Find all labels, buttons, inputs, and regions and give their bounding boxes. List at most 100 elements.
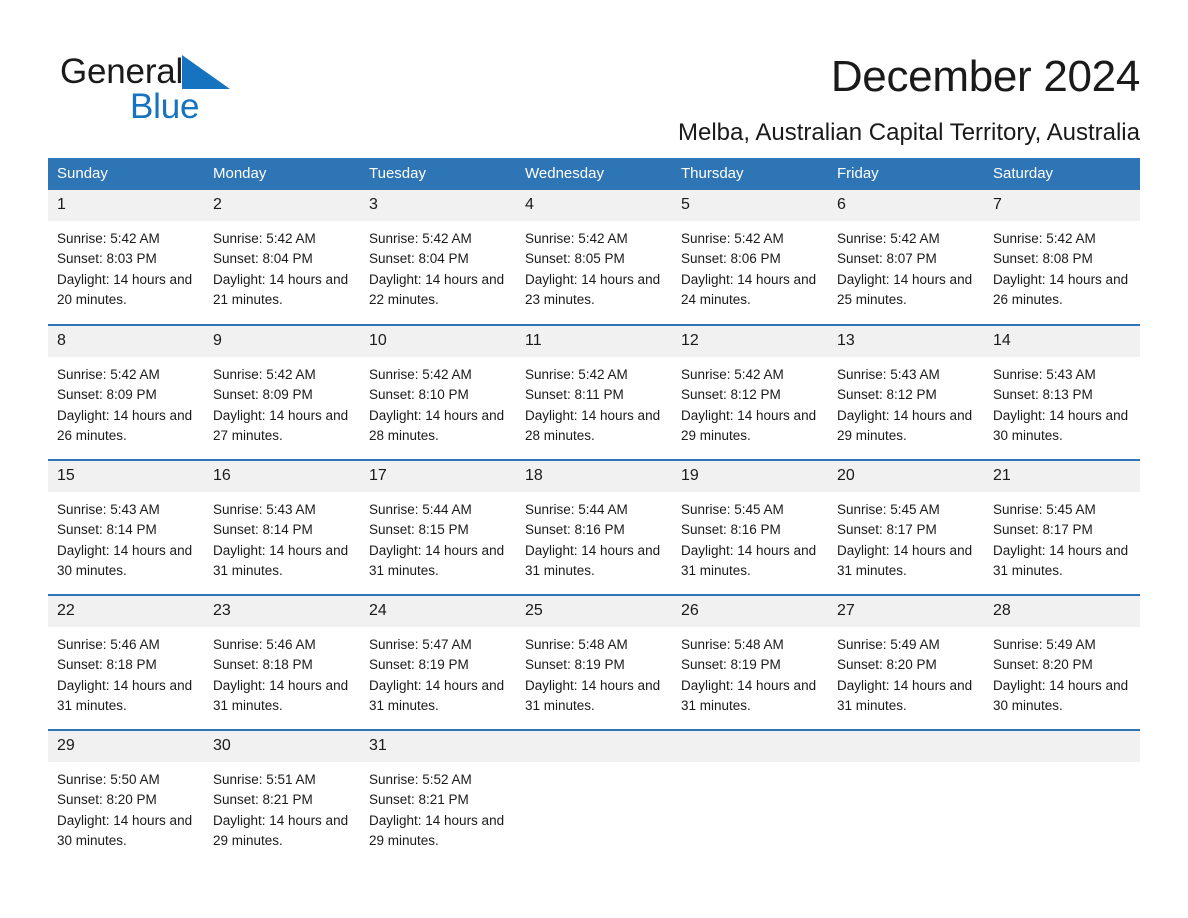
sunset-text: Sunset: 8:17 PM [993,522,1093,538]
day-cell-empty [672,729,828,865]
day-cell[interactable]: 8 Sunrise: 5:42 AM Sunset: 8:09 PM Dayli… [48,324,204,460]
sunset-text: Sunset: 8:21 PM [369,792,469,808]
day-cell[interactable]: 11 Sunrise: 5:42 AM Sunset: 8:11 PM Dayl… [516,324,672,460]
daylight-text: Daylight: 14 hours and 30 minutes. [993,407,1129,443]
sunrise-text: Sunrise: 5:44 AM [369,502,472,517]
day-cell[interactable]: 29 Sunrise: 5:50 AM Sunset: 8:20 PM Dayl… [48,729,204,865]
daylight-text: Daylight: 14 hours and 30 minutes. [993,677,1129,713]
day-cell[interactable]: 9 Sunrise: 5:42 AM Sunset: 8:09 PM Dayli… [204,324,360,460]
day-cell[interactable]: 31 Sunrise: 5:52 AM Sunset: 8:21 PM Dayl… [360,729,516,865]
day-cell[interactable]: 28 Sunrise: 5:49 AM Sunset: 8:20 PM Dayl… [984,594,1140,730]
sunrise-text: Sunrise: 5:42 AM [57,231,160,246]
daylight-text: Daylight: 14 hours and 31 minutes. [837,677,973,713]
day-cell[interactable]: 23 Sunrise: 5:46 AM Sunset: 8:18 PM Dayl… [204,594,360,730]
sunrise-text: Sunrise: 5:46 AM [213,637,316,652]
day-cell[interactable]: 20 Sunrise: 5:45 AM Sunset: 8:17 PM Dayl… [828,459,984,595]
day-number [672,731,828,762]
day-cell[interactable]: 15 Sunrise: 5:43 AM Sunset: 8:14 PM Dayl… [48,459,204,595]
day-cell[interactable]: 10 Sunrise: 5:42 AM Sunset: 8:10 PM Dayl… [360,324,516,460]
sunset-text: Sunset: 8:12 PM [837,387,937,403]
day-details: Sunrise: 5:46 AM Sunset: 8:18 PM Dayligh… [48,627,204,716]
logo-triangle-icon [182,55,231,89]
generalblue-logo[interactable]: General Blue [60,52,320,138]
daylight-text: Daylight: 14 hours and 31 minutes. [213,677,349,713]
sunset-text: Sunset: 8:21 PM [213,792,313,808]
day-cell[interactable]: 3 Sunrise: 5:42 AM Sunset: 8:04 PM Dayli… [360,190,516,325]
day-cell[interactable]: 12 Sunrise: 5:42 AM Sunset: 8:12 PM Dayl… [672,324,828,460]
week-row: 8 Sunrise: 5:42 AM Sunset: 8:09 PM Dayli… [48,324,1140,460]
daylight-text: Daylight: 14 hours and 26 minutes. [57,407,193,443]
daylight-text: Daylight: 14 hours and 26 minutes. [993,271,1129,307]
sunrise-text: Sunrise: 5:42 AM [681,231,784,246]
daylight-text: Daylight: 14 hours and 29 minutes. [369,812,505,848]
day-cell[interactable]: 25 Sunrise: 5:48 AM Sunset: 8:19 PM Dayl… [516,594,672,730]
day-cell[interactable]: 18 Sunrise: 5:44 AM Sunset: 8:16 PM Dayl… [516,459,672,595]
day-cell-empty [828,729,984,865]
day-cell[interactable]: 7 Sunrise: 5:42 AM Sunset: 8:08 PM Dayli… [984,190,1140,325]
day-cell[interactable]: 27 Sunrise: 5:49 AM Sunset: 8:20 PM Dayl… [828,594,984,730]
logo-text-general: General [60,52,184,91]
day-cell[interactable]: 22 Sunrise: 5:46 AM Sunset: 8:18 PM Dayl… [48,594,204,730]
day-details: Sunrise: 5:42 AM Sunset: 8:08 PM Dayligh… [984,221,1140,310]
weekday-header-tuesday: Tuesday [360,158,516,190]
sunset-text: Sunset: 8:19 PM [369,657,469,673]
day-cell[interactable]: 2 Sunrise: 5:42 AM Sunset: 8:04 PM Dayli… [204,190,360,325]
sunset-text: Sunset: 8:10 PM [369,387,469,403]
sunrise-text: Sunrise: 5:47 AM [369,637,472,652]
weekday-header-saturday: Saturday [984,158,1140,190]
day-details: Sunrise: 5:42 AM Sunset: 8:09 PM Dayligh… [48,357,204,446]
week-row: 29 Sunrise: 5:50 AM Sunset: 8:20 PM Dayl… [48,729,1140,865]
daylight-text: Daylight: 14 hours and 31 minutes. [525,677,661,713]
page-subtitle-location: Melba, Australian Capital Territory, Aus… [678,119,1140,146]
sunrise-text: Sunrise: 5:42 AM [57,367,160,382]
logo-top-row: General [60,52,320,92]
day-details: Sunrise: 5:45 AM Sunset: 8:17 PM Dayligh… [828,492,984,581]
day-cell[interactable]: 19 Sunrise: 5:45 AM Sunset: 8:16 PM Dayl… [672,459,828,595]
day-number: 19 [672,461,828,492]
daylight-text: Daylight: 14 hours and 31 minutes. [369,542,505,578]
day-cell[interactable]: 1 Sunrise: 5:42 AM Sunset: 8:03 PM Dayli… [48,190,204,325]
day-cell[interactable]: 16 Sunrise: 5:43 AM Sunset: 8:14 PM Dayl… [204,459,360,595]
day-number: 1 [48,190,204,221]
day-cell[interactable]: 5 Sunrise: 5:42 AM Sunset: 8:06 PM Dayli… [672,190,828,325]
daylight-text: Daylight: 14 hours and 24 minutes. [681,271,817,307]
sunrise-text: Sunrise: 5:42 AM [369,231,472,246]
sunrise-text: Sunrise: 5:46 AM [57,637,160,652]
day-cell[interactable]: 26 Sunrise: 5:48 AM Sunset: 8:19 PM Dayl… [672,594,828,730]
day-cell[interactable]: 17 Sunrise: 5:44 AM Sunset: 8:15 PM Dayl… [360,459,516,595]
daylight-text: Daylight: 14 hours and 29 minutes. [213,812,349,848]
daylight-text: Daylight: 14 hours and 31 minutes. [993,542,1129,578]
daylight-text: Daylight: 14 hours and 23 minutes. [525,271,661,307]
sunset-text: Sunset: 8:11 PM [525,387,624,403]
page-title: December 2024 [830,52,1140,101]
sunrise-text: Sunrise: 5:42 AM [681,367,784,382]
sunrise-text: Sunrise: 5:49 AM [993,637,1096,652]
day-details: Sunrise: 5:43 AM Sunset: 8:12 PM Dayligh… [828,357,984,446]
day-number: 14 [984,326,1140,357]
day-cell[interactable]: 24 Sunrise: 5:47 AM Sunset: 8:19 PM Dayl… [360,594,516,730]
day-cell[interactable]: 13 Sunrise: 5:43 AM Sunset: 8:12 PM Dayl… [828,324,984,460]
day-details: Sunrise: 5:43 AM Sunset: 8:14 PM Dayligh… [204,492,360,581]
sunrise-text: Sunrise: 5:50 AM [57,772,160,787]
day-details: Sunrise: 5:43 AM Sunset: 8:14 PM Dayligh… [48,492,204,581]
day-number: 2 [204,190,360,221]
day-cell[interactable]: 14 Sunrise: 5:43 AM Sunset: 8:13 PM Dayl… [984,324,1140,460]
day-details: Sunrise: 5:42 AM Sunset: 8:10 PM Dayligh… [360,357,516,446]
day-details: Sunrise: 5:44 AM Sunset: 8:15 PM Dayligh… [360,492,516,581]
weekday-header-sunday: Sunday [48,158,204,190]
day-cell[interactable]: 21 Sunrise: 5:45 AM Sunset: 8:17 PM Dayl… [984,459,1140,595]
day-number: 12 [672,326,828,357]
day-number: 4 [516,190,672,221]
day-number: 28 [984,596,1140,627]
day-cell[interactable]: 4 Sunrise: 5:42 AM Sunset: 8:05 PM Dayli… [516,190,672,325]
day-cell-empty [516,729,672,865]
day-cell[interactable]: 30 Sunrise: 5:51 AM Sunset: 8:21 PM Dayl… [204,729,360,865]
sunset-text: Sunset: 8:13 PM [993,387,1093,403]
day-number: 10 [360,326,516,357]
day-details: Sunrise: 5:52 AM Sunset: 8:21 PM Dayligh… [360,762,516,851]
day-cell[interactable]: 6 Sunrise: 5:42 AM Sunset: 8:07 PM Dayli… [828,190,984,325]
daylight-text: Daylight: 14 hours and 31 minutes. [681,677,817,713]
day-details: Sunrise: 5:50 AM Sunset: 8:20 PM Dayligh… [48,762,204,851]
daylight-text: Daylight: 14 hours and 29 minutes. [681,407,817,443]
day-number: 17 [360,461,516,492]
